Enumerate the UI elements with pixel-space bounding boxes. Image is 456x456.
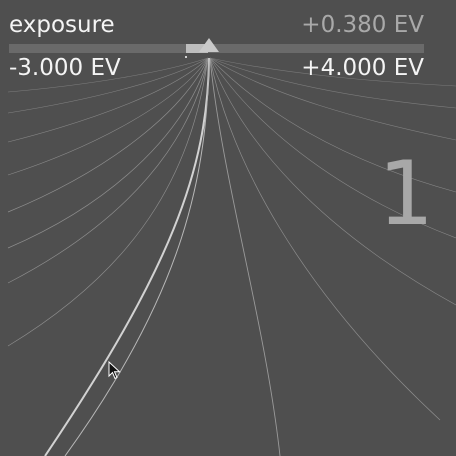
slider-marker bbox=[185, 56, 187, 58]
value-curve bbox=[44, 57, 210, 456]
parameter-name: exposure bbox=[9, 12, 115, 38]
guide-curve bbox=[7, 57, 209, 347]
fine-tune-slider-popup[interactable]: exposure +0.380 EV -3.000 EV +4.000 EV 1 bbox=[0, 0, 456, 456]
value-curve-secondary bbox=[64, 57, 210, 456]
range-min-label: -3.000 EV bbox=[9, 55, 121, 81]
range-max-label: +4.000 EV bbox=[301, 55, 424, 81]
guide-curve bbox=[209, 57, 281, 456]
guide-curve bbox=[7, 57, 209, 213]
arrow-pointer-icon bbox=[108, 361, 121, 380]
slider-handle-icon[interactable] bbox=[199, 38, 219, 52]
parameter-value: +0.380 EV bbox=[301, 12, 424, 38]
step-indicator: 1 bbox=[378, 142, 434, 245]
